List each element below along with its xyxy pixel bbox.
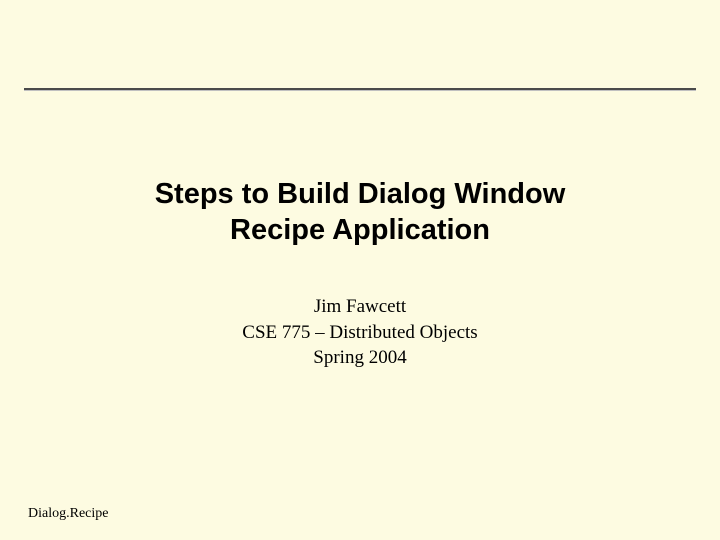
term-line: Spring 2004 — [0, 345, 720, 371]
divider-rule — [24, 88, 696, 91]
course-line: CSE 775 – Distributed Objects — [0, 320, 720, 346]
author-line: Jim Fawcett — [0, 294, 720, 320]
title-line-2: Recipe Application — [0, 212, 720, 248]
subtitle-block: Jim Fawcett CSE 775 – Distributed Object… — [0, 294, 720, 371]
footer-label: Dialog.Recipe — [28, 506, 108, 522]
title-block: Steps to Build Dialog Window Recipe Appl… — [0, 176, 720, 249]
title-line-1: Steps to Build Dialog Window — [0, 176, 720, 212]
